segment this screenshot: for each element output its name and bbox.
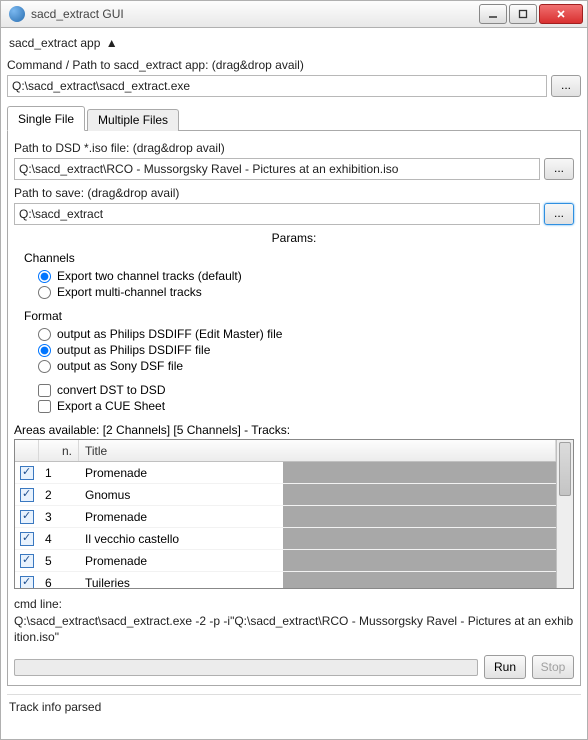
row-n: 1	[39, 466, 79, 480]
checkbox-cue[interactable]: Export a CUE Sheet	[38, 399, 574, 413]
params-header: Params:	[14, 231, 574, 245]
radio-dsdiff-edit[interactable]: output as Philips DSDIFF (Edit Master) f…	[38, 327, 574, 341]
table-row[interactable]: 3Promenade	[15, 506, 556, 528]
table-row[interactable]: 5Promenade	[15, 550, 556, 572]
save-path-label: Path to save: (drag&drop avail)	[14, 186, 574, 200]
tab-single-file[interactable]: Single File	[7, 106, 85, 131]
tab-multiple-files[interactable]: Multiple Files	[87, 109, 179, 131]
table-row[interactable]: 1Promenade	[15, 462, 556, 484]
section-header[interactable]: sacd_extract app ▲	[7, 32, 581, 56]
command-path-input[interactable]	[7, 75, 547, 97]
cmdline-label: cmd line:	[14, 597, 574, 611]
radio-dsf[interactable]: output as Sony DSF file	[38, 359, 574, 373]
row-n: 3	[39, 510, 79, 524]
radio-dsdiff-input[interactable]	[38, 344, 51, 357]
row-check[interactable]	[15, 554, 39, 568]
radio-dsdiff-edit-input[interactable]	[38, 328, 51, 341]
checkbox-icon[interactable]	[20, 576, 34, 589]
command-browse-button[interactable]: ...	[551, 75, 581, 97]
table-row[interactable]: 2Gnomus	[15, 484, 556, 506]
cmdline-value: Q:\sacd_extract\sacd_extract.exe -2 -p -…	[14, 614, 574, 645]
row-title: Tuileries	[79, 576, 283, 589]
close-icon	[556, 9, 566, 19]
app-icon	[9, 6, 25, 22]
minimize-button[interactable]	[479, 4, 507, 24]
checkbox-cue-input[interactable]	[38, 400, 51, 413]
checkbox-icon[interactable]	[20, 466, 34, 480]
close-button[interactable]	[539, 4, 583, 24]
row-title: Promenade	[79, 466, 283, 480]
row-check[interactable]	[15, 576, 39, 589]
radio-multi-channel-input[interactable]	[38, 286, 51, 299]
row-n: 4	[39, 532, 79, 546]
track-table: n. Title 1Promenade2Gnomus3Promenade4Il …	[14, 439, 574, 589]
minimize-icon	[488, 9, 498, 19]
col-check[interactable]	[15, 440, 39, 461]
row-check[interactable]	[15, 488, 39, 502]
radio-dsf-label: output as Sony DSF file	[57, 359, 183, 373]
maximize-icon	[518, 9, 528, 19]
progress-bar	[14, 659, 478, 676]
checkbox-dst-label: convert DST to DSD	[57, 383, 165, 397]
iso-path-input[interactable]	[14, 158, 540, 180]
row-n: 2	[39, 488, 79, 502]
channels-label: Channels	[24, 251, 574, 265]
run-button[interactable]: Run	[484, 655, 526, 679]
col-n[interactable]: n.	[39, 440, 79, 461]
iso-browse-button[interactable]: ...	[544, 158, 574, 180]
radio-dsdiff-label: output as Philips DSDIFF file	[57, 343, 210, 357]
save-browse-button[interactable]: ...	[544, 203, 574, 225]
radio-two-channel[interactable]: Export two channel tracks (default)	[38, 269, 574, 283]
table-row[interactable]: 4Il vecchio castello	[15, 528, 556, 550]
scrollbar-thumb[interactable]	[559, 442, 571, 496]
checkbox-icon[interactable]	[20, 510, 34, 524]
radio-multi-channel-label: Export multi-channel tracks	[57, 285, 202, 299]
checkbox-icon[interactable]	[20, 554, 34, 568]
radio-dsf-input[interactable]	[38, 360, 51, 373]
radio-dsdiff-edit-label: output as Philips DSDIFF (Edit Master) f…	[57, 327, 282, 341]
row-n: 6	[39, 576, 79, 589]
titlebar: sacd_extract GUI	[0, 0, 588, 28]
window-title: sacd_extract GUI	[31, 7, 477, 21]
save-path-input[interactable]	[14, 203, 540, 225]
section-header-label: sacd_extract app	[9, 36, 100, 50]
radio-two-channel-input[interactable]	[38, 270, 51, 283]
radio-two-channel-label: Export two channel tracks (default)	[57, 269, 242, 283]
row-title: Promenade	[79, 510, 283, 524]
checkbox-icon[interactable]	[20, 488, 34, 502]
row-title: Il vecchio castello	[79, 532, 283, 546]
row-title: Promenade	[79, 554, 283, 568]
checkbox-dst-input[interactable]	[38, 384, 51, 397]
table-row[interactable]: 6Tuileries	[15, 572, 556, 588]
radio-multi-channel[interactable]: Export multi-channel tracks	[38, 285, 574, 299]
maximize-button[interactable]	[509, 4, 537, 24]
command-path-label: Command / Path to sacd_extract app: (dra…	[7, 58, 581, 72]
table-body[interactable]: 1Promenade2Gnomus3Promenade4Il vecchio c…	[15, 462, 556, 588]
collapse-arrow-icon: ▲	[106, 36, 118, 50]
table-header: n. Title	[15, 440, 556, 462]
checkbox-dst[interactable]: convert DST to DSD	[38, 383, 574, 397]
iso-path-label: Path to DSD *.iso file: (drag&drop avail…	[14, 141, 574, 155]
tabstrip: Single File Multiple Files	[7, 106, 581, 131]
col-title[interactable]: Title	[79, 440, 556, 461]
areas-label: Areas available: [2 Channels] [5 Channel…	[14, 423, 574, 437]
stop-button[interactable]: Stop	[532, 655, 574, 679]
row-check[interactable]	[15, 532, 39, 546]
table-scrollbar[interactable]	[556, 440, 573, 588]
checkbox-cue-label: Export a CUE Sheet	[57, 399, 165, 413]
radio-dsdiff[interactable]: output as Philips DSDIFF file	[38, 343, 574, 357]
row-check[interactable]	[15, 466, 39, 480]
row-n: 5	[39, 554, 79, 568]
format-label: Format	[24, 309, 574, 323]
checkbox-icon[interactable]	[20, 532, 34, 546]
status-bar: Track info parsed	[7, 694, 581, 716]
row-check[interactable]	[15, 510, 39, 524]
row-title: Gnomus	[79, 488, 283, 502]
